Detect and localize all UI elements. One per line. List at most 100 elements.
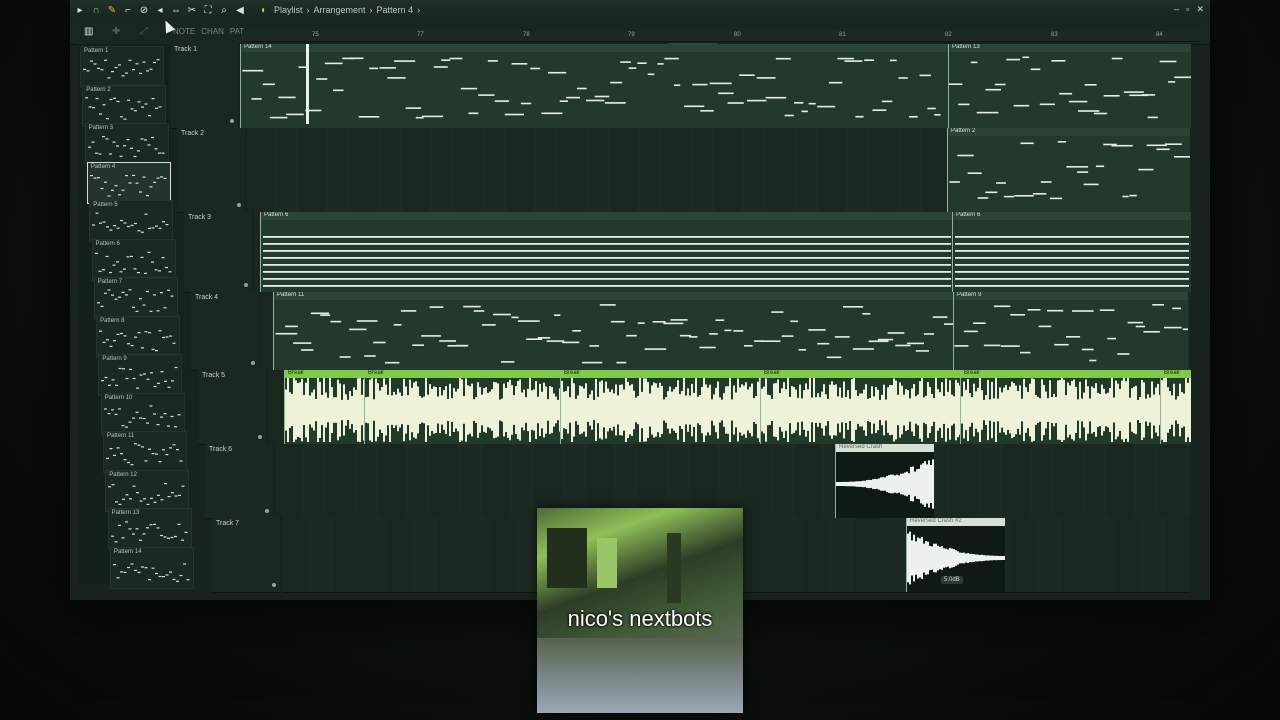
playlist-clip[interactable]: Pattern 6 bbox=[952, 212, 1191, 292]
track-lane[interactable]: Pattern 2 bbox=[247, 128, 1190, 213]
maximize-icon[interactable]: ▫ bbox=[1186, 4, 1189, 15]
playlist-clip[interactable]: Pattern 11 bbox=[273, 292, 954, 370]
playlist-clip[interactable]: Reversed Crash bbox=[835, 444, 934, 518]
track-header[interactable]: Track 4 bbox=[191, 292, 259, 371]
playlist-clip[interactable]: Pattern 6 bbox=[260, 212, 953, 292]
mute-icon[interactable]: ◂ bbox=[154, 4, 166, 16]
note-mark bbox=[94, 252, 98, 254]
pattern-picker-label: Pattern 12 bbox=[109, 471, 137, 478]
track-header[interactable]: Track 2 bbox=[177, 128, 245, 213]
playlist-clip[interactable]: Break bbox=[560, 370, 761, 444]
pattern-picker-item[interactable]: Pattern 1 bbox=[80, 46, 164, 88]
note-mark bbox=[293, 342, 312, 344]
note-mark bbox=[128, 528, 132, 530]
breadcrumb-more-icon[interactable]: › bbox=[417, 5, 420, 15]
playlist-clip[interactable]: Pattern 13 bbox=[948, 44, 1191, 128]
track-lane[interactable]: Pattern 14 Pattern 13 bbox=[240, 44, 1191, 129]
note-mark bbox=[158, 575, 162, 577]
note-mark bbox=[775, 57, 791, 60]
breadcrumb-item-playlist[interactable]: Playlist bbox=[274, 5, 303, 15]
track-led-icon[interactable] bbox=[272, 583, 276, 587]
track-led-icon[interactable] bbox=[237, 203, 241, 207]
note-mark bbox=[456, 344, 469, 347]
playlist-clip[interactable]: Pattern 2 bbox=[947, 128, 1190, 212]
track-led-icon[interactable] bbox=[265, 509, 269, 513]
note-mark bbox=[128, 59, 132, 61]
track-led-icon[interactable] bbox=[258, 435, 262, 439]
breadcrumb-item-pattern[interactable]: Pattern 4 bbox=[377, 5, 414, 15]
zoom-icon[interactable]: ⌕ bbox=[218, 4, 230, 16]
note-mark bbox=[123, 334, 127, 336]
waveform-mark bbox=[741, 384, 743, 436]
snap-chan[interactable]: CHAN bbox=[201, 27, 224, 36]
track-led-icon[interactable] bbox=[251, 361, 255, 365]
track-header[interactable]: Track 5 bbox=[198, 370, 266, 445]
playlist-clip[interactable]: Break bbox=[760, 370, 961, 444]
snap-note[interactable]: NOTE bbox=[173, 27, 195, 36]
pattern-picker-item[interactable]: Pattern 7 bbox=[93, 277, 178, 319]
note-mark bbox=[263, 285, 951, 287]
note-mark bbox=[837, 57, 855, 60]
playlist-clip[interactable]: Pattern 14 bbox=[240, 44, 949, 128]
note-mark bbox=[124, 174, 128, 176]
minimize-icon[interactable]: – bbox=[1174, 4, 1179, 15]
close-icon[interactable]: ✕ bbox=[1196, 4, 1204, 15]
note-mark bbox=[394, 60, 416, 62]
playlist-clip[interactable]: Break bbox=[364, 370, 561, 444]
waveform-mark bbox=[455, 391, 457, 429]
playlist-clip[interactable]: Break bbox=[960, 370, 1161, 444]
pattern-picker-item[interactable]: Pattern 2 bbox=[82, 84, 167, 127]
note-mark bbox=[116, 100, 120, 102]
note-mark bbox=[877, 338, 894, 341]
track-header[interactable]: Track 6 bbox=[205, 444, 273, 519]
slip-icon[interactable]: ⇔ bbox=[170, 4, 182, 16]
slice-icon[interactable]: ✂ bbox=[186, 4, 198, 16]
snap-selector[interactable]: NOTE CHAN PAT bbox=[173, 22, 244, 40]
note-mark bbox=[441, 59, 451, 61]
track-header[interactable]: Track 1 bbox=[170, 44, 238, 129]
track-lane[interactable]: Pattern 6 Pattern 6 bbox=[254, 212, 1191, 293]
waveform-mark bbox=[931, 393, 933, 427]
track-led-icon[interactable] bbox=[230, 119, 234, 123]
breadcrumb-item-arrangement[interactable]: Arrangement bbox=[314, 5, 366, 15]
track-header[interactable]: Track 7 bbox=[212, 518, 280, 593]
note-mark bbox=[122, 498, 126, 500]
note-mark bbox=[657, 63, 664, 65]
playlist-clip[interactable]: Pattern 9 bbox=[953, 292, 1188, 370]
track-name: Track 3 bbox=[188, 214, 212, 221]
pattern-picker-item[interactable]: Pattern 3 bbox=[84, 123, 169, 165]
waveform-mark bbox=[669, 386, 671, 434]
pattern-preview bbox=[87, 136, 165, 158]
pattern-picker-item[interactable]: Pattern 6 bbox=[91, 238, 176, 281]
playlist-clip[interactable]: Reversed Crash #2 5.0dB bbox=[906, 518, 1005, 592]
delete-icon[interactable]: ⊘ bbox=[138, 4, 150, 16]
arrow-icon[interactable]: ▸ bbox=[74, 4, 86, 16]
pattern-picker-item[interactable]: Pattern 8 bbox=[96, 315, 181, 358]
timeline-ruler[interactable]: 75 77 78 79 80 81 82 83 84 bbox=[242, 31, 1200, 42]
note-mark bbox=[923, 333, 935, 335]
speaker-icon[interactable]: ◀ bbox=[234, 4, 246, 16]
note-mark bbox=[101, 136, 105, 138]
track-lane[interactable]: Pattern 11 Pattern 9 bbox=[261, 292, 1190, 371]
gain-badge[interactable]: 5.0dB bbox=[941, 576, 963, 584]
note-mark bbox=[145, 194, 149, 196]
select-icon[interactable]: ⛶ bbox=[202, 4, 214, 16]
magnet-icon[interactable]: ∩ bbox=[90, 4, 102, 16]
brush-icon[interactable]: ⌐ bbox=[122, 4, 134, 16]
piano-icon[interactable]: ▥ bbox=[84, 26, 93, 37]
playlist-clip[interactable]: Break bbox=[284, 370, 365, 444]
note-mark bbox=[99, 222, 103, 224]
note-mark bbox=[715, 319, 725, 321]
track-led-icon[interactable] bbox=[244, 283, 248, 287]
track-lane[interactable]: Break Break Break Break Break Break bbox=[268, 370, 1191, 445]
note-mark bbox=[1083, 183, 1099, 186]
link-icon[interactable]: ⤢ bbox=[140, 26, 148, 37]
track-header[interactable]: Track 3 bbox=[184, 212, 252, 293]
playhead[interactable] bbox=[306, 44, 309, 124]
pattern-picker-item[interactable]: Pattern 5 bbox=[89, 200, 174, 242]
add-icon[interactable]: ✚ bbox=[112, 26, 120, 37]
pencil-icon[interactable]: ✎ bbox=[106, 4, 118, 16]
pattern-picker-item[interactable]: Pattern 4 bbox=[86, 161, 171, 204]
waveform-mark bbox=[457, 388, 459, 432]
playlist-clip[interactable]: Break bbox=[1160, 370, 1191, 444]
